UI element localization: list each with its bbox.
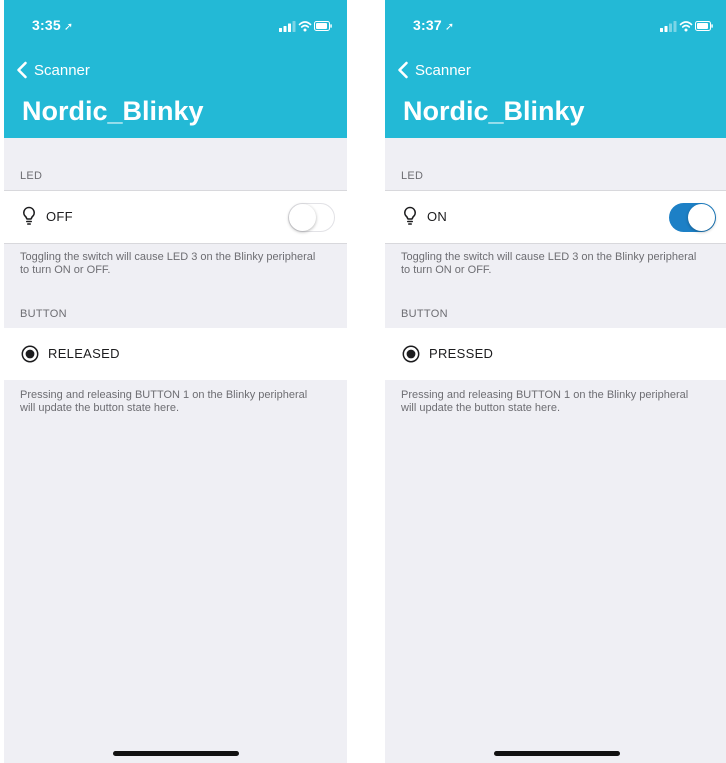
location-arrow-icon: ➚ [444, 21, 455, 33]
led-section-footer: Toggling the switch will cause LED 3 on … [20, 251, 316, 276]
location-arrow-icon: ➚ [63, 21, 74, 33]
signal-icon [660, 21, 677, 32]
page-title: Nordic_Blinky [22, 96, 204, 126]
led-state-label: ON [427, 209, 448, 224]
radio-filled-icon [21, 345, 39, 363]
led-section-footer: Toggling the switch will cause LED 3 on … [401, 251, 697, 276]
wifi-icon [298, 21, 312, 28]
battery-icon [314, 21, 332, 31]
back-button[interactable]: Scanner [13, 60, 90, 80]
home-indicator[interactable] [112, 751, 239, 756]
back-label: Scanner [415, 61, 471, 79]
button-cell: PRESSED [385, 328, 726, 380]
status-icons [279, 21, 332, 32]
battery-icon [695, 21, 713, 31]
phone-screen-left: 3:35 ➚ Scanner Nordic_Blinky LED OFF Tog… [4, 0, 347, 763]
switch-knob [688, 204, 715, 231]
status-bar: 3:35 ➚ [4, 17, 347, 35]
radio-filled-icon [402, 345, 420, 363]
phone-screen-right: 3:37 ➚ Scanner Nordic_Blinky LED ON Togg… [385, 0, 726, 763]
led-cell: OFF [4, 190, 347, 244]
lightbulb-icon [404, 206, 416, 225]
status-icons [660, 21, 713, 32]
wifi-icon [679, 21, 693, 28]
led-section-header: LED [401, 170, 424, 182]
navigation-bar: 3:35 ➚ Scanner Nordic_Blinky [4, 0, 347, 138]
navigation-bar: 3:37 ➚ Scanner Nordic_Blinky [385, 0, 726, 138]
led-toggle-switch[interactable] [669, 203, 716, 232]
lightbulb-icon [23, 206, 35, 225]
back-button[interactable]: Scanner [394, 60, 471, 80]
button-section-footer: Pressing and releasing BUTTON 1 on the B… [401, 389, 689, 414]
home-indicator[interactable] [493, 751, 620, 756]
button-section-header: BUTTON [20, 308, 67, 320]
page-title: Nordic_Blinky [403, 96, 585, 126]
led-section-header: LED [20, 170, 43, 182]
status-bar: 3:37 ➚ [385, 17, 726, 35]
led-toggle-switch[interactable] [288, 203, 335, 232]
back-label: Scanner [34, 61, 90, 79]
button-section-footer: Pressing and releasing BUTTON 1 on the B… [20, 389, 308, 414]
led-state-label: OFF [46, 209, 73, 224]
status-time: 3:35 ➚ [32, 17, 74, 33]
chevron-left-icon [17, 61, 27, 79]
status-time: 3:37 ➚ [413, 17, 455, 33]
signal-icon [279, 21, 296, 32]
button-cell: RELEASED [4, 328, 347, 380]
button-section-header: BUTTON [401, 308, 448, 320]
button-state-label: RELEASED [48, 346, 120, 361]
chevron-left-icon [398, 61, 408, 79]
button-state-label: PRESSED [429, 346, 494, 361]
led-cell: ON [385, 190, 726, 244]
switch-knob [289, 204, 316, 231]
